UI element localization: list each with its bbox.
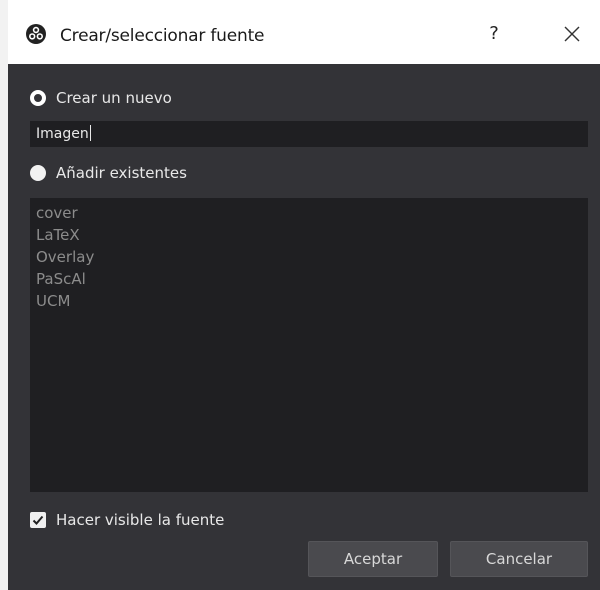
help-button[interactable]: ? — [484, 22, 504, 46]
add-existing-radio[interactable] — [30, 165, 46, 181]
list-item[interactable]: LaTeX — [36, 224, 582, 246]
list-item[interactable]: UCM — [36, 290, 582, 312]
source-name-input[interactable]: Imagen — [30, 121, 588, 147]
create-new-radio[interactable] — [30, 90, 46, 106]
make-visible-label: Hacer visible la fuente — [56, 511, 225, 529]
existing-sources-list[interactable]: cover LaTeX Overlay PaScAl UCM — [30, 198, 588, 492]
list-item[interactable]: PaScAl — [36, 268, 582, 290]
dialog-content: Crear un nuevo Imagen Añadir existentes … — [8, 64, 600, 590]
title-bar[interactable]: Crear/seleccionar fuente ? — [8, 0, 600, 64]
obs-logo-icon — [26, 24, 46, 44]
cancel-button[interactable]: Cancelar — [450, 541, 588, 577]
close-icon[interactable] — [560, 22, 584, 46]
dialog-window: Crear/seleccionar fuente ? Crear un nuev… — [0, 0, 600, 590]
add-existing-label: Añadir existentes — [56, 164, 187, 182]
list-item[interactable]: cover — [36, 202, 582, 224]
checkmark-icon — [32, 515, 44, 525]
create-new-label: Crear un nuevo — [56, 89, 172, 107]
add-existing-option[interactable]: Añadir existentes — [30, 163, 187, 183]
window-title: Crear/seleccionar fuente — [60, 26, 265, 46]
list-item[interactable]: Overlay — [36, 246, 582, 268]
create-new-option[interactable]: Crear un nuevo — [30, 88, 172, 108]
make-visible-option[interactable]: Hacer visible la fuente — [30, 510, 224, 530]
make-visible-checkbox[interactable] — [30, 512, 46, 528]
ok-button[interactable]: Aceptar — [308, 541, 438, 577]
text-caret — [89, 125, 91, 141]
source-name-value: Imagen — [36, 126, 89, 142]
